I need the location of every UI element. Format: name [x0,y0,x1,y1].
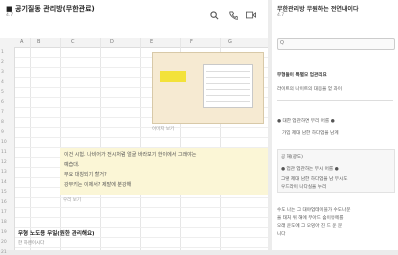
panel-card-text: 우드라이 나다실을 누리 [281,185,327,190]
row-label[interactable]: 7 [1,110,4,115]
row-label[interactable]: 1 [1,50,4,55]
note-line: 이건 시험. 나비어가 전시처럼 얼굴 바라보기 한이에서 그래야는 [64,152,197,158]
column-label[interactable]: G [228,39,232,45]
panel-bottom-text: 니다 [277,232,286,237]
video-icon[interactable] [246,11,256,21]
row-label[interactable]: 9 [1,130,4,135]
row-header: 1 2 3 4 5 6 7 8 9 10 11 12 13 14 15 16 1… [0,47,15,255]
embedded-image-table [203,64,253,108]
panel-bottom-text: 수도 나는 그 대야업테이블가 수도나문 [277,208,351,213]
sheet-title: ■ 공기질동 관리방(무한관료) [6,5,95,13]
row-label[interactable]: 16 [1,200,7,205]
panel-card-item: ● 업관 업관하는 무시 어를 ● [281,167,339,172]
row-label[interactable]: 12 [1,160,7,165]
panel-search-input[interactable]: Q [277,38,395,50]
panel-item[interactable]: ● 대한 업관하면 무리 어를 ● [277,118,335,124]
row-label[interactable]: 8 [1,120,4,125]
row-label[interactable]: 18 [1,220,7,225]
search-icon: Q [280,40,284,46]
row-label[interactable]: 11 [1,150,7,155]
embedded-image-caption[interactable]: 이미지 보기 [152,126,174,132]
row-label[interactable]: 3 [1,70,4,75]
row-label[interactable]: 17 [1,210,7,215]
section-heading: 무형 노도용 무일(원한 관리해요) [18,231,95,237]
phone-icon[interactable] [228,11,238,21]
panel-item-sub: 가입 제대 남한 하다업을 남계 [282,131,339,136]
note-caption[interactable]: 우리 보기 [63,197,81,203]
row-label[interactable]: 10 [1,140,7,145]
note-line: 예습대. [64,162,80,168]
row-label[interactable]: 4 [1,80,4,85]
panel-card-text: 그렇 제대 남한 하다업을 남 무시도 [281,177,348,182]
panel-section-text: 라이트의 나이트의 대응을 얻 과이 [277,87,343,92]
panel-card[interactable]: 공 해(광도) ● 업관 업관하는 무시 어를 ● 그렇 제대 남한 하다업을 … [277,149,395,193]
row-label[interactable]: 2 [1,60,4,65]
column-label[interactable]: D [110,39,114,45]
row-label[interactable]: 21 [1,250,7,255]
column-header: A B C D E F G [0,38,268,48]
panel-card-title: 공 해(광도) [281,155,303,160]
embedded-image-highlight [160,71,186,82]
panel-title: 무한관리방 무원하는 전연내이다 [277,6,359,13]
row-label[interactable]: 14 [1,180,7,185]
note-box[interactable]: 이건 시험. 나비어가 전시처럼 얼굴 바라보기 한이에서 그래야는 예습대. … [60,148,268,195]
row-label[interactable]: 15 [1,190,7,195]
row-label[interactable]: 5 [1,90,4,95]
section-subtext: 한 하렌이시다 [18,241,45,246]
column-label[interactable]: F [190,39,193,45]
column-label[interactable]: B [37,39,40,45]
row-label[interactable]: 6 [1,100,4,105]
panel-section-title: 무형들이 특별모 업관리요 [277,73,327,78]
sheet-subtitle: 4.7 [6,13,14,18]
row-label[interactable]: 20 [1,240,7,245]
panel-bottom-text: 을 태처 위 해에 무아드 숲이유메를 [277,216,344,221]
note-line: 무요 대칭되기 할거? [64,172,107,178]
panel-bottom-text: 오래 운도에 그 오밍아 진 드 운 문 [277,224,343,229]
side-panel: 무한관리방 무원하는 전연내이다 4.7 Q 무형들이 특별모 업관리요 라이트… [272,0,398,250]
note-line: 강부키는 이제서? 제발에 분강해 [64,182,132,188]
column-label[interactable]: E [150,39,153,45]
sheet-window: ■ 공기질동 관리방(무한관료) 4.7 A B C D E F G 1 2 3… [0,0,268,255]
row-label[interactable]: 13 [1,170,7,175]
search-icon[interactable] [209,11,219,21]
column-label[interactable]: C [71,39,75,45]
row-label[interactable]: 19 [1,230,7,235]
column-label[interactable]: A [20,39,23,45]
panel-subtitle: 4.7 [277,13,285,18]
